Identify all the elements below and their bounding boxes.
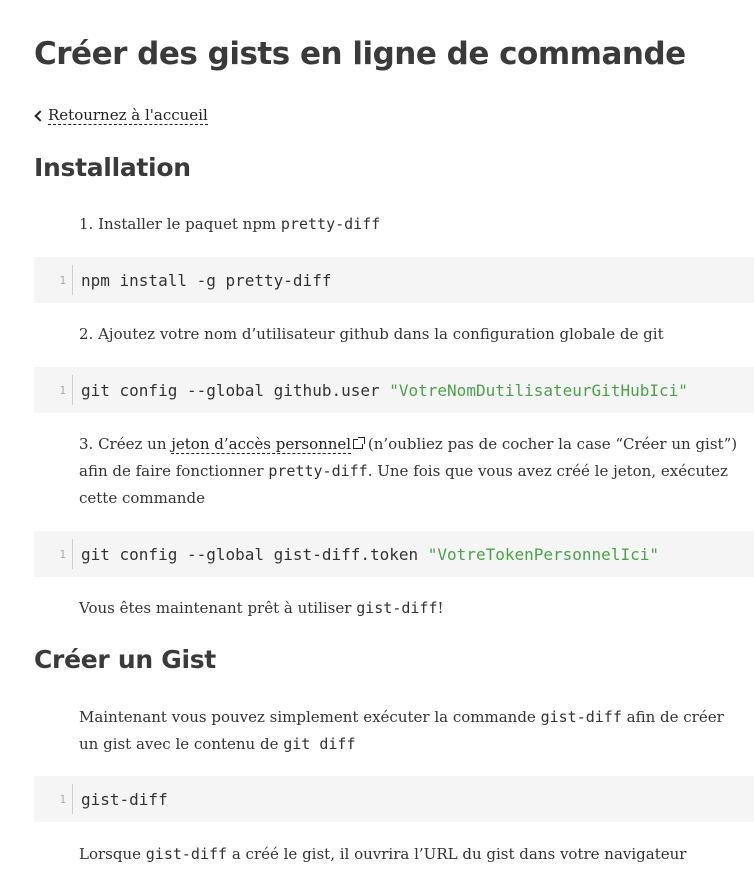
line-number: 1 [59,383,66,397]
gist-intro-text: Maintenant vous pouvez simplement exécut… [79,708,724,753]
code-block: 1 gist-diff [34,776,754,822]
page-title: Créer des gists en ligne de commande [34,36,686,72]
inline-code: gist-diff [540,708,622,726]
section-heading-installation: Installation [34,153,191,182]
inline-code: pretty-diff [268,462,368,480]
personal-token-link[interactable]: jeton d’accès personnel [171,435,352,454]
section-heading-create-gist: Créer un Gist [34,645,216,674]
back-link-label: Retournez à l'accueil [48,106,208,125]
step-3-text: 3. Créez un jeton d’accès personnel (n’o… [79,435,738,507]
gutter-divider [72,375,73,405]
gist-result-text: Lorsque gist-diff a créé le gist, il ouv… [79,845,687,863]
code-string: "VotreNomDutilisateurGitHubIci" [389,380,688,400]
external-link-icon [353,437,366,449]
line-number: 1 [59,547,66,561]
inline-code: git diff [283,735,356,753]
inline-code: pretty-diff [280,215,381,233]
step-1-text: 1. Installer le paquet npm pretty-diff [79,215,381,233]
inline-code: gist-diff [145,845,228,863]
gutter-divider [72,539,73,569]
chevron-left-icon [34,109,46,122]
inline-code: gist-diff [356,599,438,617]
code-line: git config --global gist-diff.token "Vot… [81,544,659,564]
gutter-divider [72,784,73,814]
gutter-divider [72,265,73,295]
back-link[interactable]: Retournez à l'accueil [34,106,208,125]
code-string: "VotreTokenPersonnelIci" [427,544,659,564]
step-2-text: 2. Ajoutez votre nom d’utilisateur githu… [79,325,664,343]
code-line: git config --global github.user "VotreNo… [81,380,688,400]
line-number: 1 [59,792,66,806]
code-block: 1 git config --global github.user "Votre… [34,367,754,413]
code-line: gist-diff [81,789,168,809]
code-block: 1 npm install -g pretty-diff [34,257,754,303]
line-number: 1 [59,273,66,287]
code-line: npm install -g pretty-diff [81,270,332,290]
ready-text: Vous êtes maintenant prêt à utiliser gis… [79,599,444,617]
code-block: 1 git config --global gist-diff.token "V… [34,531,754,577]
